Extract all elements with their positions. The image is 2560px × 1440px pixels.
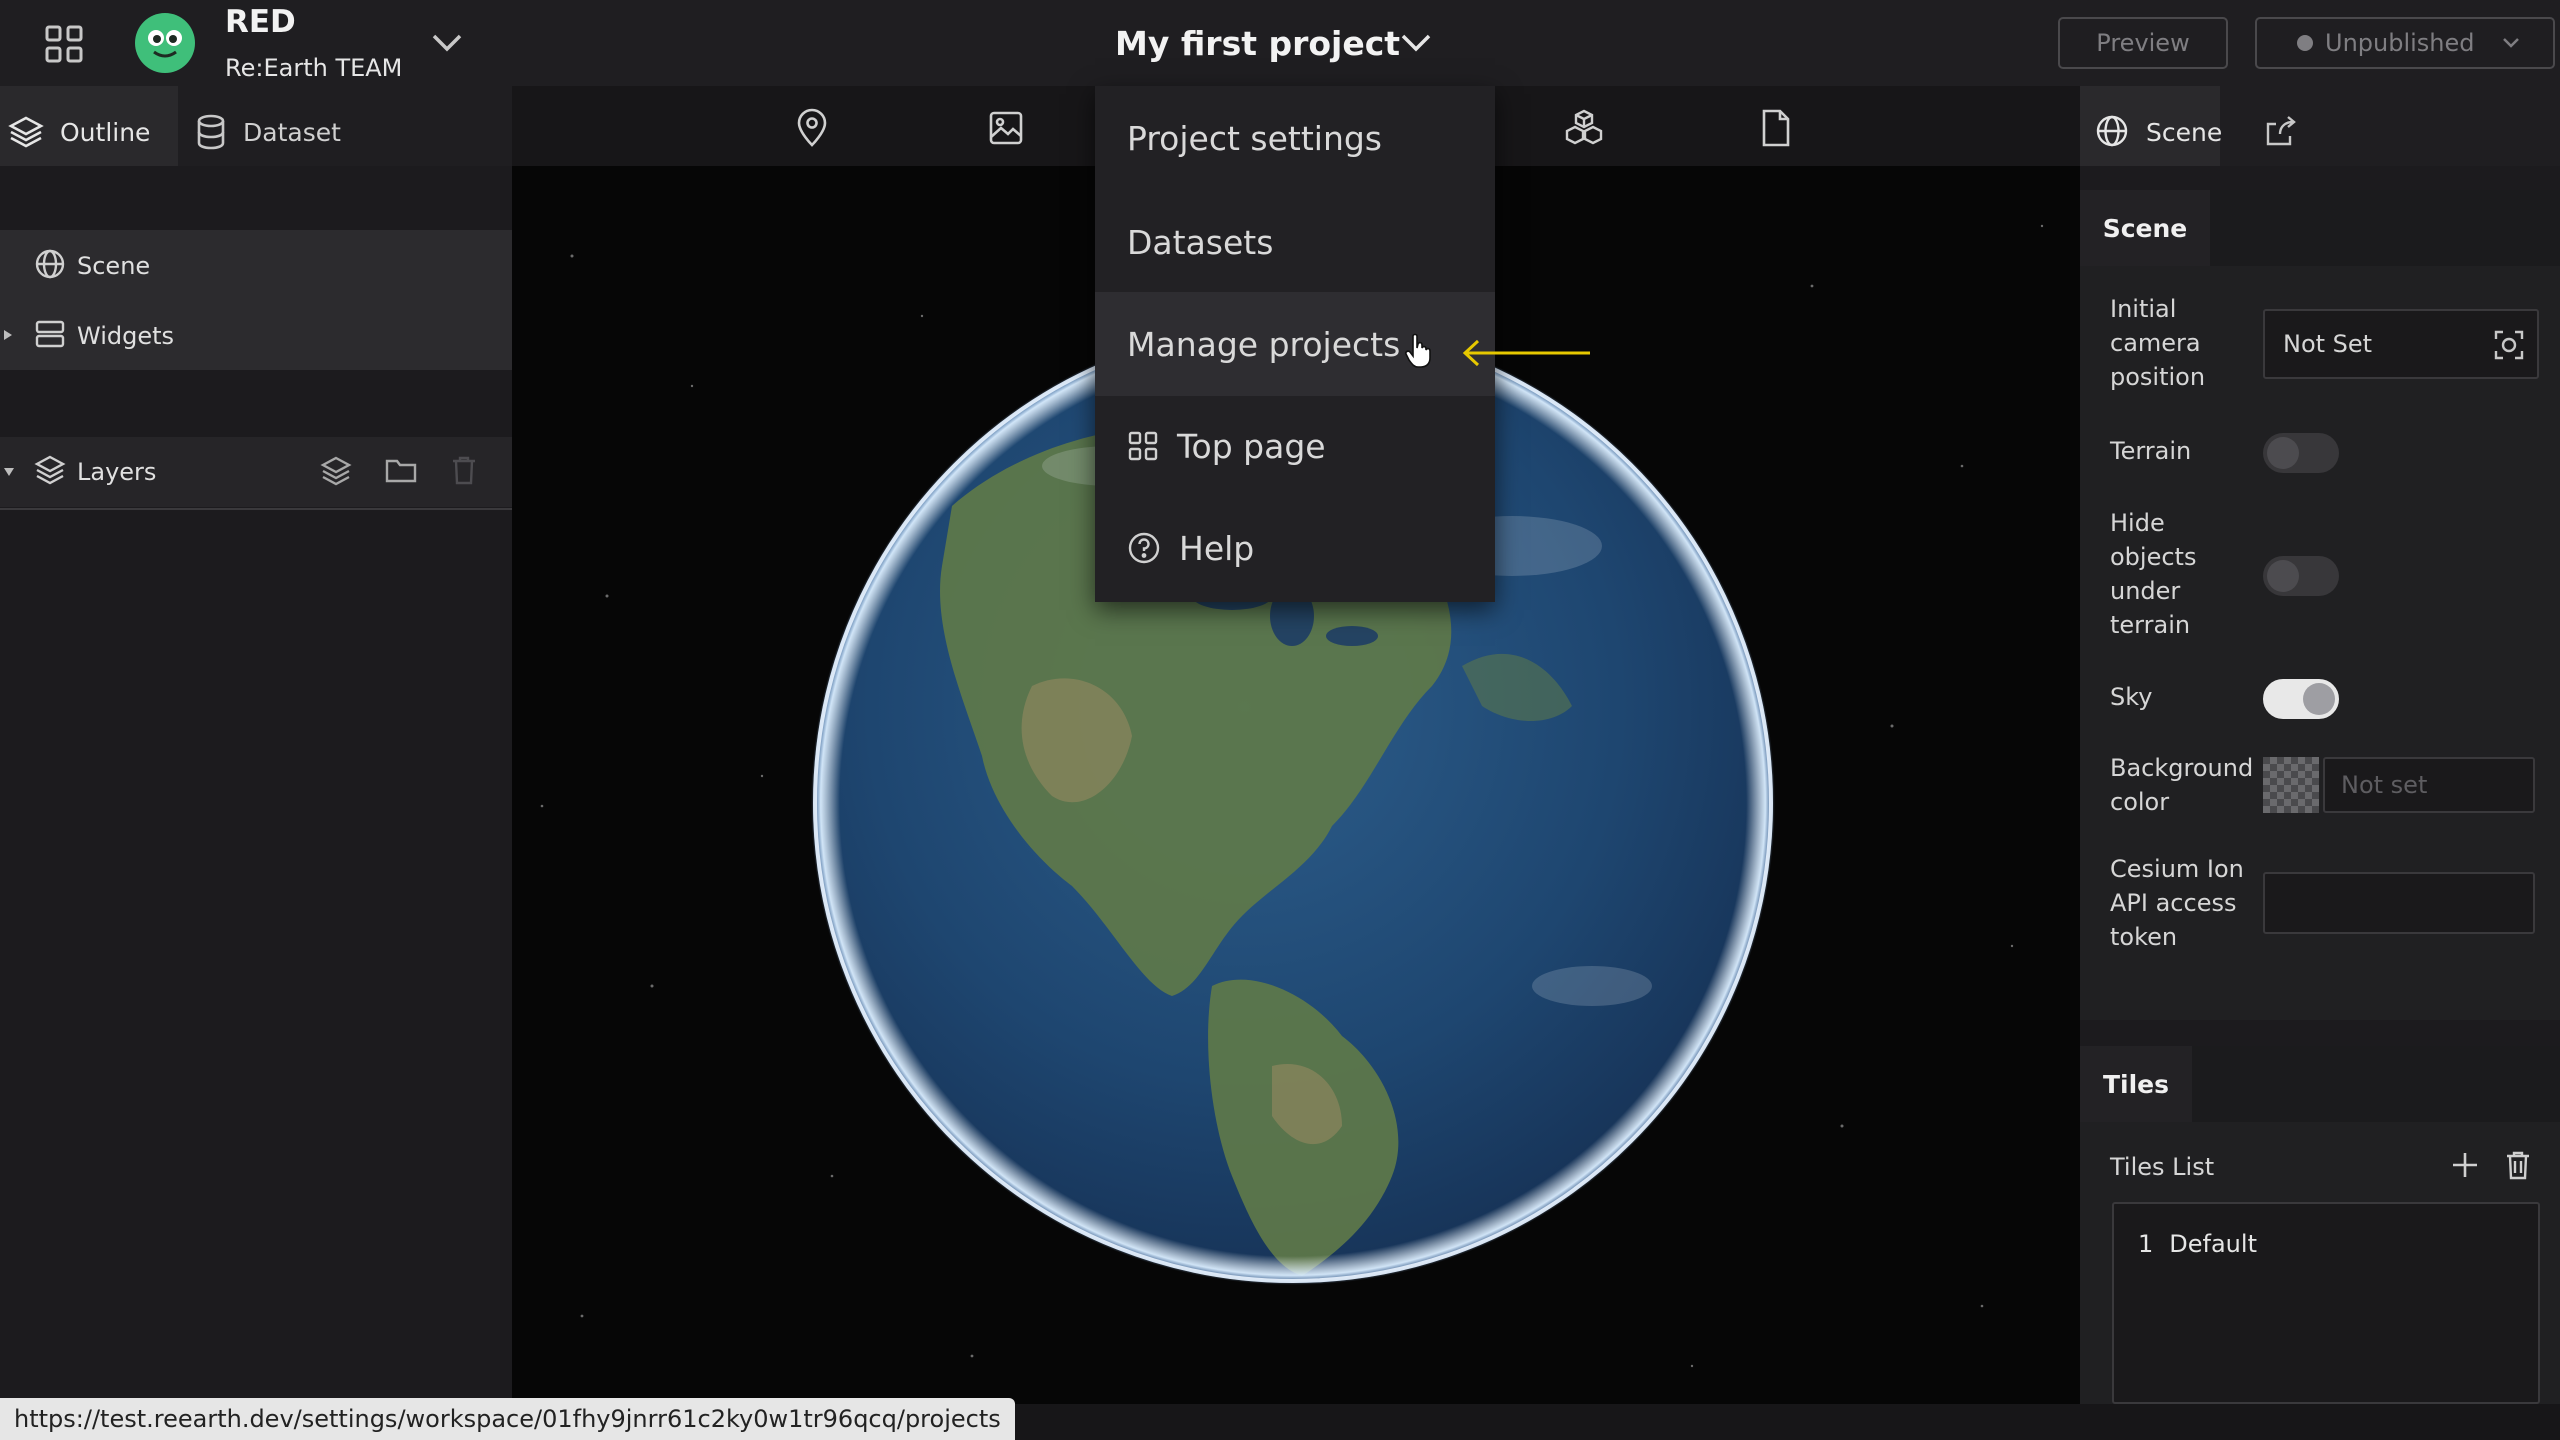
delete-tile-trash-icon[interactable] xyxy=(2504,1149,2532,1181)
background-color-value: Not set xyxy=(2341,771,2428,799)
project-menu: Project settings Datasets Manage project… xyxy=(1095,86,1495,602)
tile-name: Default xyxy=(2169,1230,2257,1258)
status-bar-url: https://test.reearth.dev/settings/worksp… xyxy=(0,1398,1015,1440)
project-title[interactable]: My first project xyxy=(1115,24,1400,63)
menu-item-top-page[interactable]: Top page xyxy=(1095,394,1495,498)
widgets-icon xyxy=(34,318,66,350)
team-name[interactable]: Re:Earth TEAM xyxy=(225,54,402,82)
capture-camera-icon[interactable] xyxy=(2493,329,2525,361)
publish-status-dot-icon xyxy=(2297,35,2313,51)
menu-item-datasets[interactable]: Datasets xyxy=(1095,190,1495,294)
menu-item-manage-projects[interactable]: Manage projects xyxy=(1095,292,1495,396)
menu-item-project-settings[interactable]: Project settings xyxy=(1095,86,1495,190)
outline-layers-icon xyxy=(8,114,44,150)
publish-status-label: Unpublished xyxy=(2325,29,2475,57)
tab-outline-label[interactable]: Outline xyxy=(60,118,150,147)
layers-divider xyxy=(0,508,512,510)
background-color-input[interactable]: Not set xyxy=(2323,757,2535,813)
annotation-arrow-icon xyxy=(1460,336,1594,370)
widgets-expand-caret-icon[interactable] xyxy=(2,328,14,342)
scene-tab-globe-icon xyxy=(2095,114,2129,148)
workspace-avatar[interactable] xyxy=(134,12,196,74)
layers-label: Layers xyxy=(77,458,157,486)
scene-section-title: Scene xyxy=(2080,190,2210,266)
cesium-token-input[interactable] xyxy=(2263,872,2535,934)
tiles-list: 1 Default xyxy=(2112,1202,2540,1404)
workspace-chevron-down-icon[interactable] xyxy=(430,28,464,56)
hide-objects-label: Hide objects under terrain xyxy=(2110,509,2197,639)
menu-item-label: Project settings xyxy=(1127,118,1382,158)
scene-globe-icon xyxy=(34,248,66,280)
terrain-label: Terrain xyxy=(2110,437,2192,465)
sky-toggle[interactable] xyxy=(2263,679,2339,719)
menu-item-help[interactable]: Help xyxy=(1095,496,1495,600)
publish-chevron-down-icon xyxy=(2501,36,2521,50)
top-page-grid-icon xyxy=(1127,430,1159,462)
delete-layer-trash-icon[interactable] xyxy=(450,454,478,486)
project-chevron-down-icon[interactable] xyxy=(1399,28,1433,56)
camera-position-value: Not Set xyxy=(2283,330,2373,358)
tab-dataset-label[interactable]: Dataset xyxy=(243,118,341,147)
tile-index: 1 xyxy=(2138,1230,2154,1258)
help-question-icon xyxy=(1127,531,1161,565)
add-folder-icon[interactable] xyxy=(384,454,418,486)
app-grid-icon[interactable] xyxy=(44,24,84,64)
tile-list-item[interactable]: 1 Default xyxy=(2138,1230,2257,1258)
background-color-label: Background color xyxy=(2110,754,2254,816)
menu-item-label: Manage projects xyxy=(1127,324,1401,364)
marker-pin-icon[interactable] xyxy=(794,108,830,148)
3d-model-cubes-icon[interactable] xyxy=(1564,108,1604,148)
hand-pointer-cursor-icon xyxy=(1404,333,1434,369)
menu-item-label: Datasets xyxy=(1127,222,1274,262)
background-color-swatch[interactable] xyxy=(2263,757,2319,813)
layers-collapse-caret-icon[interactable] xyxy=(2,466,16,478)
camera-position-label: Initial camera position xyxy=(2110,295,2206,391)
file-document-icon[interactable] xyxy=(1760,108,1792,148)
photo-overlay-image-icon[interactable] xyxy=(988,110,1024,146)
tiles-section-title: Tiles xyxy=(2080,1046,2192,1122)
add-tile-plus-icon[interactable] xyxy=(2450,1150,2480,1180)
add-layer-group-icon[interactable] xyxy=(320,454,352,486)
publish-status-button[interactable]: Unpublished xyxy=(2255,17,2555,69)
tab-scene-label[interactable]: Scene xyxy=(2146,118,2222,147)
sky-label: Sky xyxy=(2110,683,2153,711)
menu-item-label: Top page xyxy=(1177,426,1326,466)
outline-item-scene[interactable]: Scene xyxy=(77,252,150,280)
menu-item-label: Help xyxy=(1179,528,1255,568)
publish-export-icon[interactable] xyxy=(2262,114,2298,148)
outline-item-widgets[interactable]: Widgets xyxy=(77,322,174,350)
layers-icon xyxy=(34,454,66,486)
hide-objects-toggle[interactable] xyxy=(2263,556,2339,596)
cesium-token-label: Cesium Ion API access token xyxy=(2110,855,2244,951)
camera-position-field[interactable]: Not Set xyxy=(2263,309,2539,379)
workspace-name[interactable]: RED xyxy=(225,4,296,40)
tiles-list-label: Tiles List xyxy=(2110,1153,2215,1181)
preview-button[interactable]: Preview xyxy=(2058,17,2228,69)
terrain-toggle[interactable] xyxy=(2263,433,2339,473)
dataset-database-icon[interactable] xyxy=(195,114,227,150)
